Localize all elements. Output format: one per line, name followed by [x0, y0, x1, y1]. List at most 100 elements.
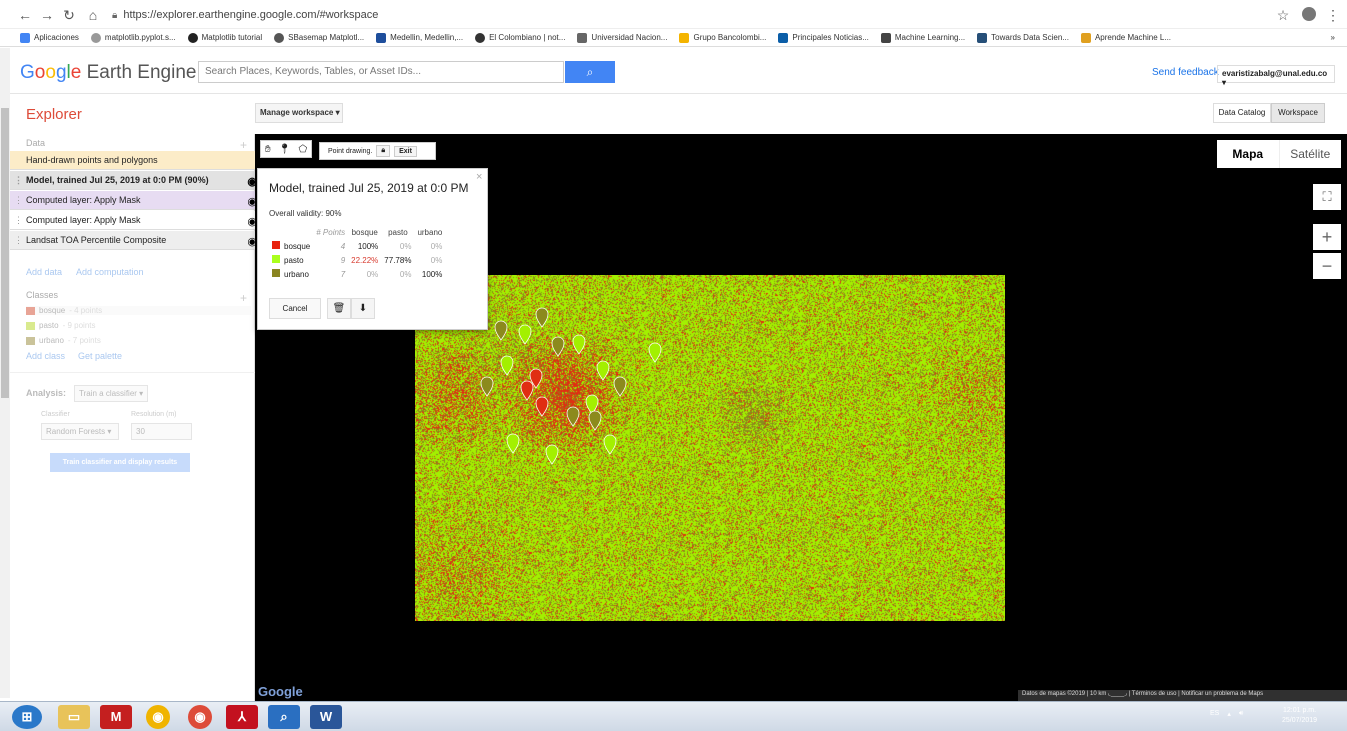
layer-apply-mask-2[interactable]: ⋮ Computed layer: Apply Mask ◉ [10, 211, 265, 230]
start-icon[interactable]: ⊞ [12, 705, 42, 729]
map-pin-icon[interactable] [551, 336, 565, 357]
point-marker-icon[interactable]: 📍︎ [278, 144, 291, 155]
drag-handle-icon[interactable]: ⋮ [14, 171, 23, 190]
fullscreen-icon[interactable]: ⛶ [1313, 184, 1341, 210]
map-pin-icon[interactable] [494, 320, 508, 341]
bookmark-item[interactable]: Principales Noticias... [778, 32, 869, 43]
pdf-icon[interactable]: ⅄ [226, 705, 258, 729]
close-icon[interactable]: × [476, 171, 482, 183]
manage-workspace-button[interactable]: Manage workspace ▾ [255, 103, 343, 123]
map-pin-icon[interactable] [535, 307, 549, 328]
map-pin-icon[interactable] [648, 342, 662, 363]
account-dropdown[interactable]: evaristizabalg@unal.edu.co ▾ [1217, 65, 1335, 87]
map-type-map[interactable]: Mapa [1217, 140, 1279, 168]
scrollbar-thumb[interactable] [1, 108, 9, 398]
map-pin-icon[interactable] [566, 406, 580, 427]
map-pin-icon[interactable] [603, 434, 617, 455]
map-type-control: Mapa Satélite [1217, 140, 1341, 168]
map-pin-icon[interactable] [500, 355, 514, 376]
home-icon[interactable]: ⌂ [84, 6, 102, 24]
trash-icon[interactable]: 🗑︎ [327, 298, 351, 319]
app-icon[interactable]: M [100, 705, 132, 729]
page-scrollbar[interactable] [0, 48, 10, 698]
bookmark-item[interactable]: matplotlib.pyplot.s... [90, 32, 176, 43]
layer-hand-drawn[interactable]: Hand-drawn points and polygons [10, 151, 265, 170]
class-row-urbano[interactable]: urbano - 7 points [26, 336, 101, 345]
chrome-icon[interactable]: ◉ [188, 705, 212, 729]
map-pin-icon[interactable] [572, 334, 586, 355]
volume-icon[interactable]: 🔊︎ [1239, 710, 1243, 718]
layer-model[interactable]: ⋮ Model, trained Jul 25, 2019 at 0:0 PM (… [10, 171, 265, 190]
get-palette-link[interactable]: Get palette [78, 351, 122, 361]
send-feedback-link[interactable]: Send feedback [1152, 67, 1219, 78]
download-icon[interactable]: ⬇︎ [351, 298, 375, 319]
data-catalog-tab[interactable]: Data Catalog [1213, 103, 1271, 123]
bookmark-item[interactable]: Aprende Machine L... [1080, 32, 1171, 43]
exit-button[interactable]: Exit [394, 145, 417, 157]
add-class-link[interactable]: Add class [26, 351, 65, 361]
class-row-bosque[interactable]: bosque - 4 points [26, 306, 251, 315]
map-pin-icon[interactable] [545, 444, 559, 465]
zoom-in-button[interactable]: + [1313, 224, 1341, 250]
back-icon[interactable]: ← [16, 6, 34, 24]
bookmark-item[interactable]: Medellin, Medellin,... [376, 32, 463, 43]
bookmark-item[interactable]: El Colombiano | not... [475, 32, 565, 43]
zoom-out-button[interactable]: − [1313, 253, 1341, 279]
profile-avatar[interactable] [1302, 7, 1316, 21]
lock-icon[interactable]: 🔒︎ [376, 145, 391, 157]
language-indicator[interactable]: ES [1210, 710, 1219, 718]
subheader: Explorer Manage workspace ▾ Data Catalog… [0, 94, 1347, 134]
drag-handle-icon[interactable]: ⋮ [14, 211, 23, 230]
star-icon[interactable]: ☆ [1274, 6, 1292, 24]
bookmark-apps[interactable]: Aplicaciones [20, 32, 79, 43]
map-pin-icon[interactable] [596, 360, 610, 381]
add-class-plus-icon[interactable]: + [240, 291, 247, 305]
map-pin-icon[interactable] [506, 433, 520, 454]
map-pin-icon[interactable] [518, 324, 532, 345]
workspace-tab[interactable]: Workspace [1271, 103, 1325, 123]
cancel-button[interactable]: Cancel [269, 298, 321, 319]
search-app-icon[interactable]: ⌕ [268, 705, 300, 729]
search-button[interactable]: ⌕ [565, 61, 615, 83]
address-bar[interactable]: 🔒︎ https://explorer.earthengine.google.co… [112, 6, 1272, 24]
map-pin-icon[interactable] [613, 376, 627, 397]
reload-icon[interactable]: ↻ [60, 6, 78, 24]
drag-handle-icon[interactable]: ⋮ [14, 191, 23, 210]
tray-up-icon[interactable]: ▴ [1227, 710, 1231, 718]
bookmark-item[interactable]: Grupo Bancolombi... [679, 32, 766, 43]
bookmark-item[interactable]: Towards Data Scien... [977, 32, 1069, 43]
add-data-link[interactable]: Add data [26, 267, 62, 277]
clock[interactable]: 12:01 p.m. 25/07/2019 [1282, 706, 1317, 726]
polygon-icon[interactable]: ⬠ [298, 144, 307, 155]
add-data-plus-icon[interactable]: + [240, 138, 247, 152]
train-classifier-button[interactable]: Train classifier and display results [50, 453, 190, 472]
add-computation-link[interactable]: Add computation [76, 267, 144, 277]
forward-icon[interactable]: → [38, 6, 56, 24]
word-icon[interactable]: W [310, 705, 342, 729]
bookmark-item[interactable]: Universidad Nacion... [577, 32, 667, 43]
map-pin-icon[interactable] [535, 396, 549, 417]
map-pin-icon[interactable] [588, 410, 602, 431]
analysis-select[interactable]: Train a classifier ▾ [74, 385, 149, 402]
class-row-pasto[interactable]: pasto - 9 points [26, 321, 95, 330]
bookmark-item[interactable]: SBasemap Matplotl... [274, 32, 364, 43]
resolution-input[interactable]: 30 [131, 423, 192, 440]
map-pin-icon[interactable] [520, 380, 534, 401]
resolution-label: Resolution (m) [131, 411, 177, 418]
layer-apply-mask-1[interactable]: ⋮ Computed layer: Apply Mask ◉ [10, 191, 265, 210]
app-logo[interactable]: Google Earth Engine [20, 62, 196, 84]
hand-icon[interactable]: ✋︎ [265, 144, 271, 155]
bookmark-item[interactable]: Machine Learning... [880, 32, 965, 43]
layer-landsat[interactable]: ⋮ Landsat TOA Percentile Composite ◉ [10, 231, 265, 250]
map-type-satellite[interactable]: Satélite [1278, 140, 1342, 168]
chrome-icon[interactable]: ◉ [146, 705, 170, 729]
folder-icon[interactable]: ▭ [58, 705, 90, 729]
menu-dots-icon[interactable]: ⋮ [1324, 6, 1342, 24]
more-bookmarks[interactable]: » [1331, 33, 1335, 42]
classifier-select[interactable]: Random Forests ▾ [41, 423, 119, 440]
bookmark-item[interactable]: Matplotlib tutorial [187, 32, 262, 43]
drag-handle-icon[interactable]: ⋮ [14, 231, 23, 250]
search-input[interactable]: Search Places, Keywords, Tables, or Asse… [198, 61, 564, 83]
confusion-matrix: # Points bosque pasto urbano bosque 4 10… [269, 226, 445, 281]
map-pin-icon[interactable] [480, 376, 494, 397]
